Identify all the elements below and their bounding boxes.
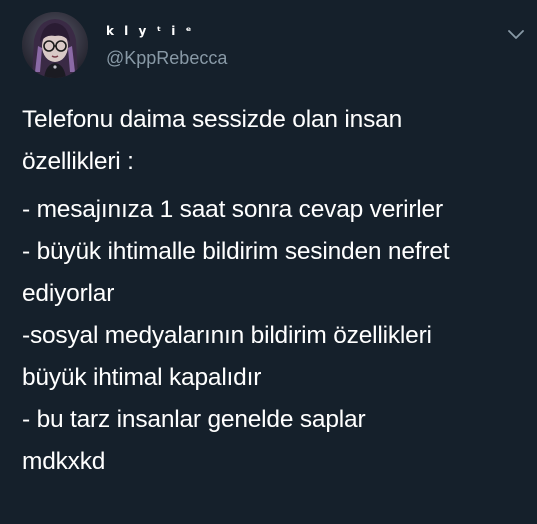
tweet-text-line: Telefonu daima sessizde olan insan	[22, 106, 402, 133]
tweet-text-line: - büyük ihtimalle bildirim sesinden nefr…	[22, 238, 450, 265]
chevron-down-icon[interactable]	[504, 22, 528, 46]
tweet-text-line: ediyorlar	[22, 280, 115, 307]
author-handle[interactable]: @KppRebecca	[106, 47, 227, 69]
tweet-text-line: büyük ihtimal kapalıdır	[22, 364, 262, 391]
author-display-name[interactable]: k l y ᵗ i ᵉ	[106, 22, 227, 40]
tweet-text-line: - mesajınıza 1 saat sonra cevap verirler	[22, 196, 443, 223]
tweet-card: k l y ᵗ i ᵉ @KppRebecca Telefonu daima s…	[0, 0, 537, 524]
tweet-text-line: özellikleri :	[22, 148, 134, 175]
profile-avatar-icon	[22, 12, 88, 78]
avatar[interactable]	[22, 12, 88, 78]
author-names: k l y ᵗ i ᵉ @KppRebecca	[106, 22, 227, 69]
tweet-header: k l y ᵗ i ᵉ @KppRebecca	[22, 12, 524, 82]
tweet-text-line: -sosyal medyalarının bildirim özellikler…	[22, 322, 432, 349]
tweet-text-line: - bu tarz insanlar genelde saplar	[22, 406, 366, 433]
tweet-text: Telefonu daima sessizde olan insan özell…	[22, 99, 527, 483]
tweet-text-line: mdkxkd	[22, 448, 106, 475]
